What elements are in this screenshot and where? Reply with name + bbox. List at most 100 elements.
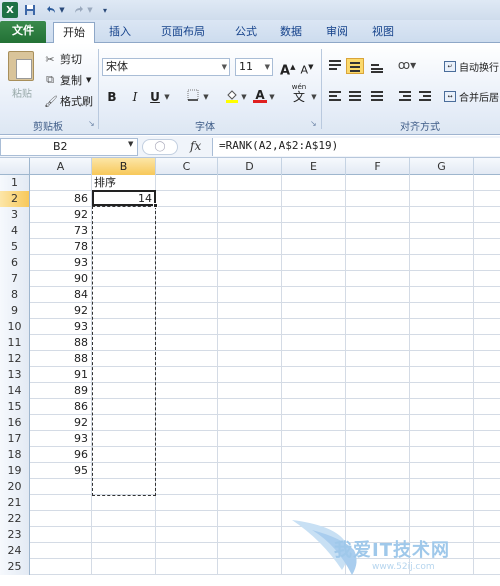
cell-empty[interactable] bbox=[282, 255, 346, 270]
font-name-field[interactable]: 宋体 ▼ bbox=[102, 58, 230, 76]
row-header[interactable]: 1 bbox=[0, 175, 30, 191]
cell-empty[interactable] bbox=[346, 207, 410, 222]
row-header[interactable]: 11 bbox=[0, 335, 30, 351]
cell-empty[interactable] bbox=[346, 319, 410, 334]
cell-empty[interactable] bbox=[156, 511, 218, 526]
cell-empty[interactable] bbox=[218, 527, 282, 542]
cell-empty[interactable] bbox=[156, 271, 218, 286]
cell-empty[interactable] bbox=[410, 207, 474, 222]
cell-a[interactable]: 96 bbox=[30, 447, 92, 462]
cell-empty[interactable] bbox=[218, 255, 282, 270]
row-header[interactable]: 15 bbox=[0, 399, 30, 415]
cell-empty[interactable] bbox=[474, 319, 500, 334]
row-header[interactable]: 23 bbox=[0, 527, 30, 543]
cell-a[interactable]: 88 bbox=[30, 335, 92, 350]
cell-empty[interactable] bbox=[156, 543, 218, 558]
cell-empty[interactable] bbox=[474, 495, 500, 510]
bold-button[interactable]: B bbox=[105, 89, 119, 105]
cell-empty[interactable] bbox=[474, 431, 500, 446]
column-header-h[interactable] bbox=[474, 158, 500, 175]
cell-b[interactable] bbox=[92, 527, 156, 542]
column-header-g[interactable]: G bbox=[410, 158, 474, 175]
clipboard-launcher-icon[interactable]: ↘ bbox=[88, 119, 95, 128]
cell-empty[interactable] bbox=[410, 287, 474, 302]
cell-a[interactable]: 92 bbox=[30, 415, 92, 430]
row-header[interactable]: 10 bbox=[0, 319, 30, 335]
cell-empty[interactable] bbox=[282, 175, 346, 190]
cell-empty[interactable] bbox=[156, 175, 218, 190]
paste-icon[interactable] bbox=[8, 51, 34, 81]
insert-function-icon[interactable]: fx bbox=[190, 139, 201, 153]
decrease-indent-icon[interactable] bbox=[396, 89, 414, 105]
cell-a[interactable] bbox=[30, 527, 92, 542]
cell-a[interactable]: 88 bbox=[30, 351, 92, 366]
cell-empty[interactable] bbox=[156, 255, 218, 270]
cell-empty[interactable] bbox=[218, 207, 282, 222]
cell-empty[interactable] bbox=[218, 495, 282, 510]
cell-empty[interactable] bbox=[346, 191, 410, 206]
align-center-icon[interactable] bbox=[346, 89, 364, 105]
cell-empty[interactable] bbox=[346, 303, 410, 318]
row-header[interactable]: 25 bbox=[0, 559, 30, 575]
column-header-b[interactable]: B bbox=[92, 158, 156, 175]
cell-empty[interactable] bbox=[156, 239, 218, 254]
cell-empty[interactable] bbox=[410, 191, 474, 206]
cell-empty[interactable] bbox=[282, 431, 346, 446]
cell-empty[interactable] bbox=[410, 463, 474, 478]
worksheet-grid[interactable]: A B C D E F G 1 排序 2 86 14 3 92 4 73 5 78 6 93 7 90 8 84… bbox=[0, 158, 500, 586]
cell-a[interactable]: 93 bbox=[30, 431, 92, 446]
cell-empty[interactable] bbox=[218, 175, 282, 190]
tab-review[interactable]: 审阅 bbox=[316, 22, 358, 43]
cell-empty[interactable] bbox=[218, 191, 282, 206]
cell-empty[interactable] bbox=[410, 447, 474, 462]
cell-b[interactable] bbox=[92, 559, 156, 574]
align-left-icon[interactable] bbox=[326, 89, 344, 105]
row-header[interactable]: 24 bbox=[0, 543, 30, 559]
align-bottom-icon[interactable] bbox=[368, 58, 386, 74]
copy-dropdown-icon[interactable]: ▼ bbox=[86, 76, 91, 84]
row-header[interactable]: 7 bbox=[0, 271, 30, 287]
cell-empty[interactable] bbox=[474, 367, 500, 382]
cell-empty[interactable] bbox=[282, 367, 346, 382]
cell-empty[interactable] bbox=[156, 367, 218, 382]
cell-empty[interactable] bbox=[474, 511, 500, 526]
row-header[interactable]: 4 bbox=[0, 223, 30, 239]
row-header[interactable]: 19 bbox=[0, 463, 30, 479]
cell-empty[interactable] bbox=[156, 303, 218, 318]
align-right-icon[interactable] bbox=[368, 89, 386, 105]
fill-color-icon[interactable] bbox=[224, 89, 240, 105]
cell-empty[interactable] bbox=[410, 511, 474, 526]
cell-empty[interactable] bbox=[282, 399, 346, 414]
cell-empty[interactable] bbox=[474, 559, 500, 574]
row-header[interactable]: 21 bbox=[0, 495, 30, 511]
cell-empty[interactable] bbox=[410, 367, 474, 382]
cell-empty[interactable] bbox=[218, 335, 282, 350]
cell-empty[interactable] bbox=[346, 239, 410, 254]
cell-a[interactable] bbox=[30, 511, 92, 526]
row-header[interactable]: 2 bbox=[0, 191, 30, 207]
cell-empty[interactable] bbox=[410, 431, 474, 446]
cell-empty[interactable] bbox=[474, 239, 500, 254]
row-header[interactable]: 8 bbox=[0, 287, 30, 303]
cell-empty[interactable] bbox=[346, 495, 410, 510]
cell-empty[interactable] bbox=[218, 271, 282, 286]
cell-empty[interactable] bbox=[282, 415, 346, 430]
cell-a[interactable]: 73 bbox=[30, 223, 92, 238]
cell-empty[interactable] bbox=[282, 559, 346, 574]
border-icon[interactable] bbox=[185, 89, 201, 105]
cell-a[interactable]: 86 bbox=[30, 399, 92, 414]
row-header[interactable]: 16 bbox=[0, 415, 30, 431]
cell-empty[interactable] bbox=[218, 223, 282, 238]
cell-a[interactable]: 95 bbox=[30, 463, 92, 478]
underline-button[interactable]: U bbox=[148, 89, 162, 105]
cell-empty[interactable] bbox=[218, 399, 282, 414]
increase-indent-icon[interactable] bbox=[416, 89, 434, 105]
cell-empty[interactable] bbox=[346, 415, 410, 430]
tab-page-layout[interactable]: 页面布局 bbox=[145, 22, 221, 43]
merge-center-button[interactable]: ↔ 合并后居 bbox=[444, 87, 499, 105]
cell-empty[interactable] bbox=[282, 527, 346, 542]
cell-a[interactable]: 92 bbox=[30, 207, 92, 222]
tab-insert[interactable]: 插入 bbox=[99, 22, 141, 43]
cell-empty[interactable] bbox=[282, 239, 346, 254]
chevron-down-icon[interactable]: ▼ bbox=[310, 89, 318, 105]
